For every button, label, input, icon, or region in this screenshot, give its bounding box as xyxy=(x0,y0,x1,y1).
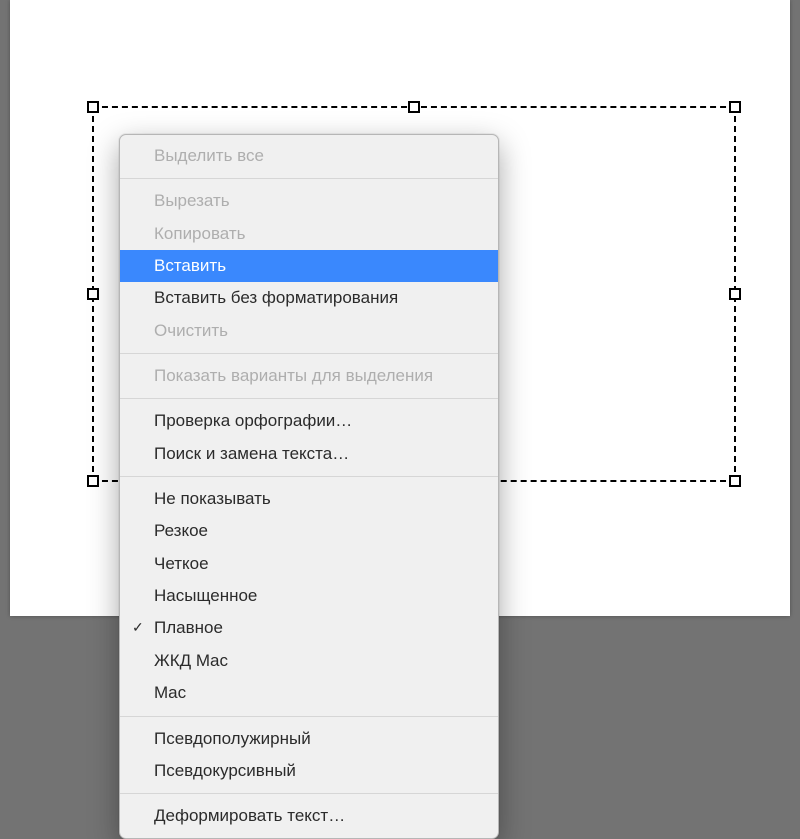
menu-item-label: Очистить xyxy=(154,318,228,344)
menu-item[interactable]: Насыщенное xyxy=(120,580,498,612)
menu-item-label: Псевдополужирный xyxy=(154,726,311,752)
menu-item-label: Не показывать xyxy=(154,486,271,512)
resize-handle-top-right[interactable] xyxy=(729,101,741,113)
menu-item[interactable]: Вставить без форматирования xyxy=(120,282,498,314)
menu-item-label: Вставить без форматирования xyxy=(154,285,398,311)
menu-item-label: Проверка орфографии… xyxy=(154,408,352,434)
resize-handle-top-middle[interactable] xyxy=(408,101,420,113)
menu-item-label: Показать варианты для выделения xyxy=(154,363,433,389)
menu-item[interactable]: Псевдополужирный xyxy=(120,723,498,755)
menu-item[interactable]: Псевдокурсивный xyxy=(120,755,498,787)
resize-handle-bottom-left[interactable] xyxy=(87,475,99,487)
menu-item[interactable]: Проверка орфографии… xyxy=(120,405,498,437)
resize-handle-middle-left[interactable] xyxy=(87,288,99,300)
menu-item: Вырезать xyxy=(120,185,498,217)
menu-separator xyxy=(120,793,498,794)
menu-item-label: Выделить все xyxy=(154,143,264,169)
menu-separator xyxy=(120,398,498,399)
resize-handle-bottom-right[interactable] xyxy=(729,475,741,487)
menu-item-label: Насыщенное xyxy=(154,583,257,609)
menu-item-label: Плавное xyxy=(154,615,223,641)
context-menu[interactable]: Выделить все Вырезать Копировать Вставить Вс… xyxy=(119,134,499,839)
resize-handle-middle-right[interactable] xyxy=(729,288,741,300)
menu-item-label: Четкое xyxy=(154,551,209,577)
menu-item[interactable]: Mac xyxy=(120,677,498,709)
menu-separator xyxy=(120,178,498,179)
menu-item: Очистить xyxy=(120,315,498,347)
menu-item[interactable]: Резкое xyxy=(120,515,498,547)
menu-item[interactable]: Поиск и замена текста… xyxy=(120,438,498,470)
menu-separator xyxy=(120,353,498,354)
menu-item-label: Поиск и замена текста… xyxy=(154,441,349,467)
menu-item-label: Копировать xyxy=(154,221,246,247)
menu-item[interactable]: Четкое xyxy=(120,548,498,580)
menu-separator xyxy=(120,476,498,477)
menu-separator xyxy=(120,716,498,717)
menu-item-label: Деформировать текст… xyxy=(154,803,345,829)
menu-item: Выделить все xyxy=(120,140,498,172)
checkmark-icon: ✓ xyxy=(132,617,144,639)
menu-item: Показать варианты для выделения xyxy=(120,360,498,392)
menu-item-label: Резкое xyxy=(154,518,208,544)
resize-handle-top-left[interactable] xyxy=(87,101,99,113)
menu-item: Копировать xyxy=(120,218,498,250)
menu-item[interactable]: ✓ Плавное xyxy=(120,612,498,644)
menu-item-label: ЖКД Mac xyxy=(154,648,228,674)
menu-item-label: Вырезать xyxy=(154,188,230,214)
menu-item-label: Mac xyxy=(154,680,186,706)
menu-item-label: Вставить xyxy=(154,253,226,279)
menu-item[interactable]: Не показывать xyxy=(120,483,498,515)
menu-item[interactable]: Вставить xyxy=(120,250,498,282)
menu-item[interactable]: ЖКД Mac xyxy=(120,645,498,677)
menu-item[interactable]: Деформировать текст… xyxy=(120,800,498,832)
menu-item-label: Псевдокурсивный xyxy=(154,758,296,784)
